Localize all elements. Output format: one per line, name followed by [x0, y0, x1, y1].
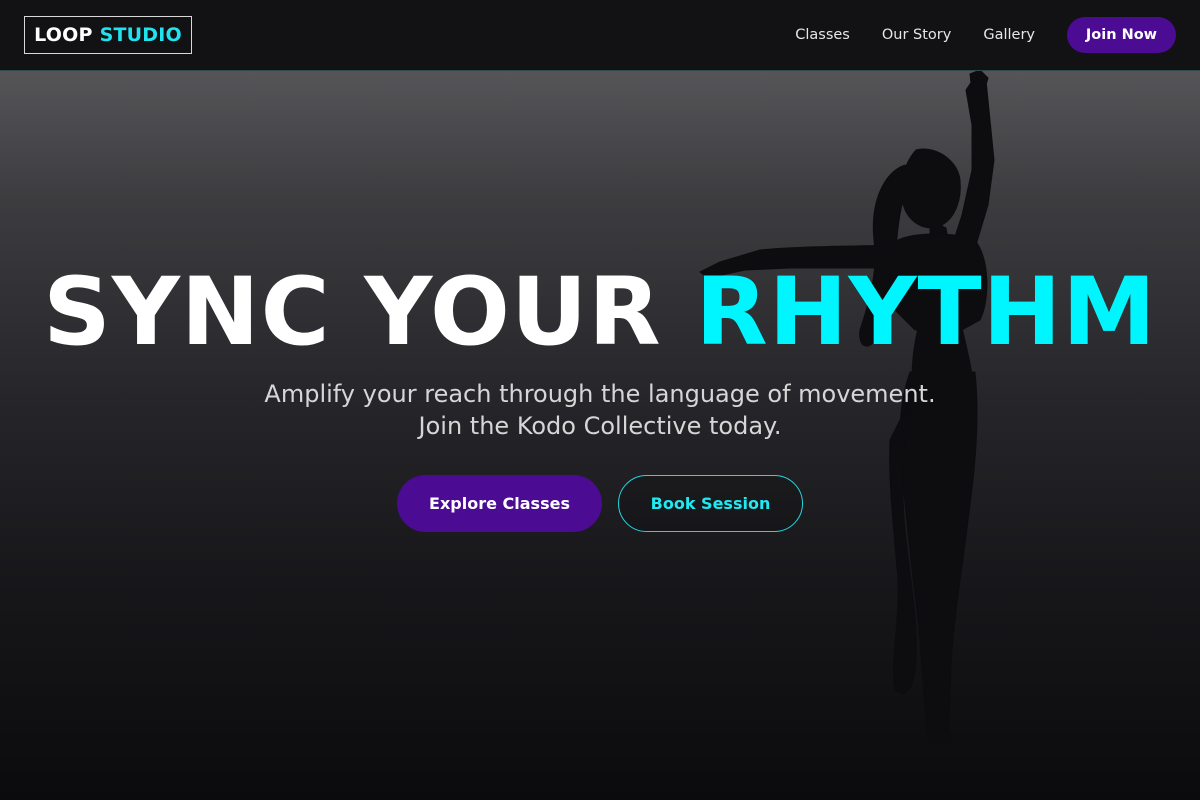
nav-link-classes[interactable]: Classes: [795, 27, 850, 43]
book-session-button[interactable]: Book Session: [618, 475, 803, 532]
headline-rhythm: RHYTHM: [695, 258, 1157, 367]
subtitle-line-1: Amplify your reach through the language …: [264, 380, 936, 408]
hero-subtitle: Amplify your reach through the language …: [0, 378, 1200, 442]
logo-word-studio: STUDIO: [99, 24, 182, 46]
logo-word-loop: LOOP: [34, 24, 93, 46]
nav-menu: Classes Our Story Gallery Join Now: [795, 17, 1176, 53]
subtitle-line-2: Join the Kodo Collective today.: [418, 412, 782, 440]
brand-logo[interactable]: LOOP STUDIO: [24, 16, 192, 54]
hero-buttons: Explore Classes Book Session: [0, 475, 1200, 532]
top-navbar: LOOP STUDIO Classes Our Story Gallery Jo…: [0, 0, 1200, 71]
explore-classes-button[interactable]: Explore Classes: [397, 475, 602, 532]
hero-headline: SYNC YOUR RHYTHM: [0, 263, 1200, 363]
hero-section: SYNC YOUR RHYTHM Amplify your reach thro…: [0, 71, 1200, 800]
nav-link-our-story[interactable]: Our Story: [882, 27, 951, 43]
join-now-button[interactable]: Join Now: [1067, 17, 1176, 53]
headline-sync-your: SYNC YOUR: [43, 258, 662, 367]
nav-link-gallery[interactable]: Gallery: [983, 27, 1035, 43]
